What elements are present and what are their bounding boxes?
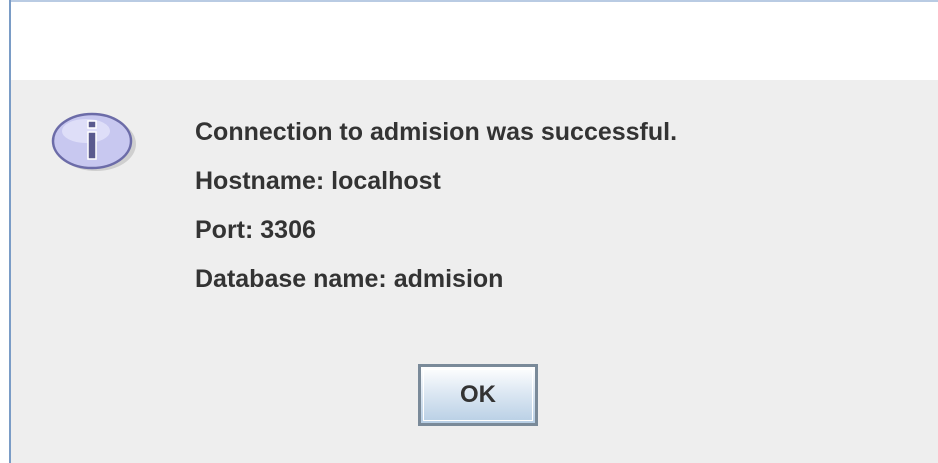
message-dialog: Connection to admision was successful. H… — [0, 0, 938, 463]
dialog-content: Connection to admision was successful. H… — [11, 80, 938, 463]
message-line-hostname: Hostname: localhost — [195, 167, 441, 195]
dialog-message: Connection to admision was successful. H… — [195, 108, 935, 304]
message-line-database: Database name: admision — [195, 265, 504, 293]
information-icon — [51, 112, 136, 171]
ok-button[interactable]: OK — [418, 364, 538, 426]
message-line-port: Port: 3306 — [195, 216, 316, 244]
message-line-status: Connection to admision was successful. — [195, 118, 678, 146]
title-bar[interactable] — [11, 2, 938, 80]
ok-button-label: OK — [423, 369, 533, 421]
